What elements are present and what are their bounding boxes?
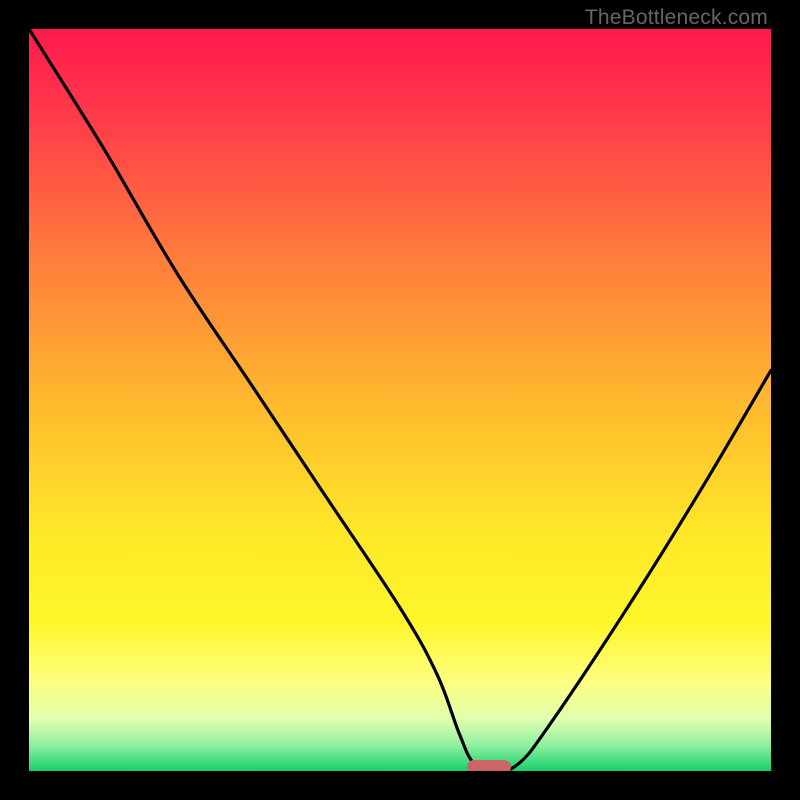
watermark-text: TheBottleneck.com xyxy=(585,6,768,30)
bottleneck-curve xyxy=(29,29,771,771)
optimum-marker xyxy=(467,760,512,771)
chart-container: TheBottleneck.com xyxy=(0,0,800,800)
plot-area xyxy=(29,29,771,771)
